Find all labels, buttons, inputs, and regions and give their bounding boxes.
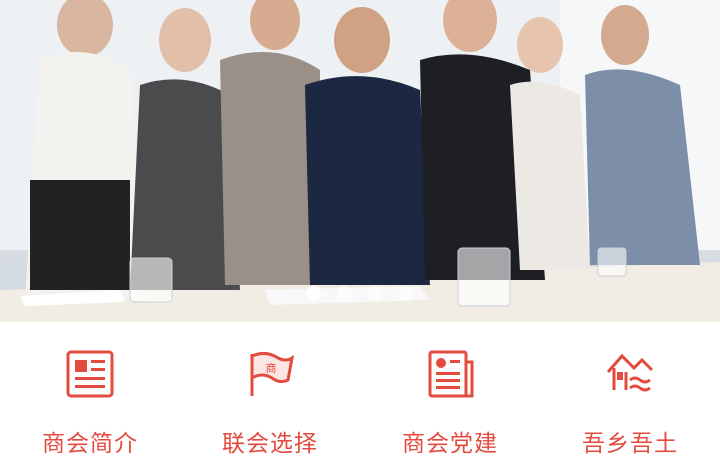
hometown-house-icon xyxy=(606,353,654,392)
carousel-dot-1[interactable] xyxy=(306,286,321,301)
nav-item-party-building[interactable]: 商会党建 xyxy=(360,322,540,458)
news-document-icon xyxy=(66,350,114,398)
nav-item-federation-select[interactable]: 商 联会选择 xyxy=(180,322,360,458)
nav-label: 商会简介 xyxy=(42,431,138,457)
carousel-dot-4[interactable] xyxy=(399,286,414,301)
nav-label: 联会选择 xyxy=(222,431,318,457)
carousel-dot-2[interactable] xyxy=(337,286,352,301)
banner-carousel[interactable] xyxy=(0,0,720,322)
carousel-indicators xyxy=(0,286,720,302)
nav-item-chamber-intro[interactable]: 商会简介 xyxy=(0,322,180,458)
banner-photo xyxy=(0,0,720,322)
carousel-dot-3[interactable] xyxy=(368,286,383,301)
nav-label: 商会党建 xyxy=(402,431,498,457)
nav-label: 吾乡吾土 xyxy=(582,431,678,457)
svg-text:商: 商 xyxy=(266,361,277,375)
chamber-flag-icon: 商 xyxy=(250,351,295,396)
nav-item-hometown[interactable]: 吾乡吾土 xyxy=(540,322,720,458)
party-document-icon xyxy=(428,350,474,398)
quick-nav: 商会简介 商 联会选择 商会党建 吾乡吾土 xyxy=(0,322,720,458)
